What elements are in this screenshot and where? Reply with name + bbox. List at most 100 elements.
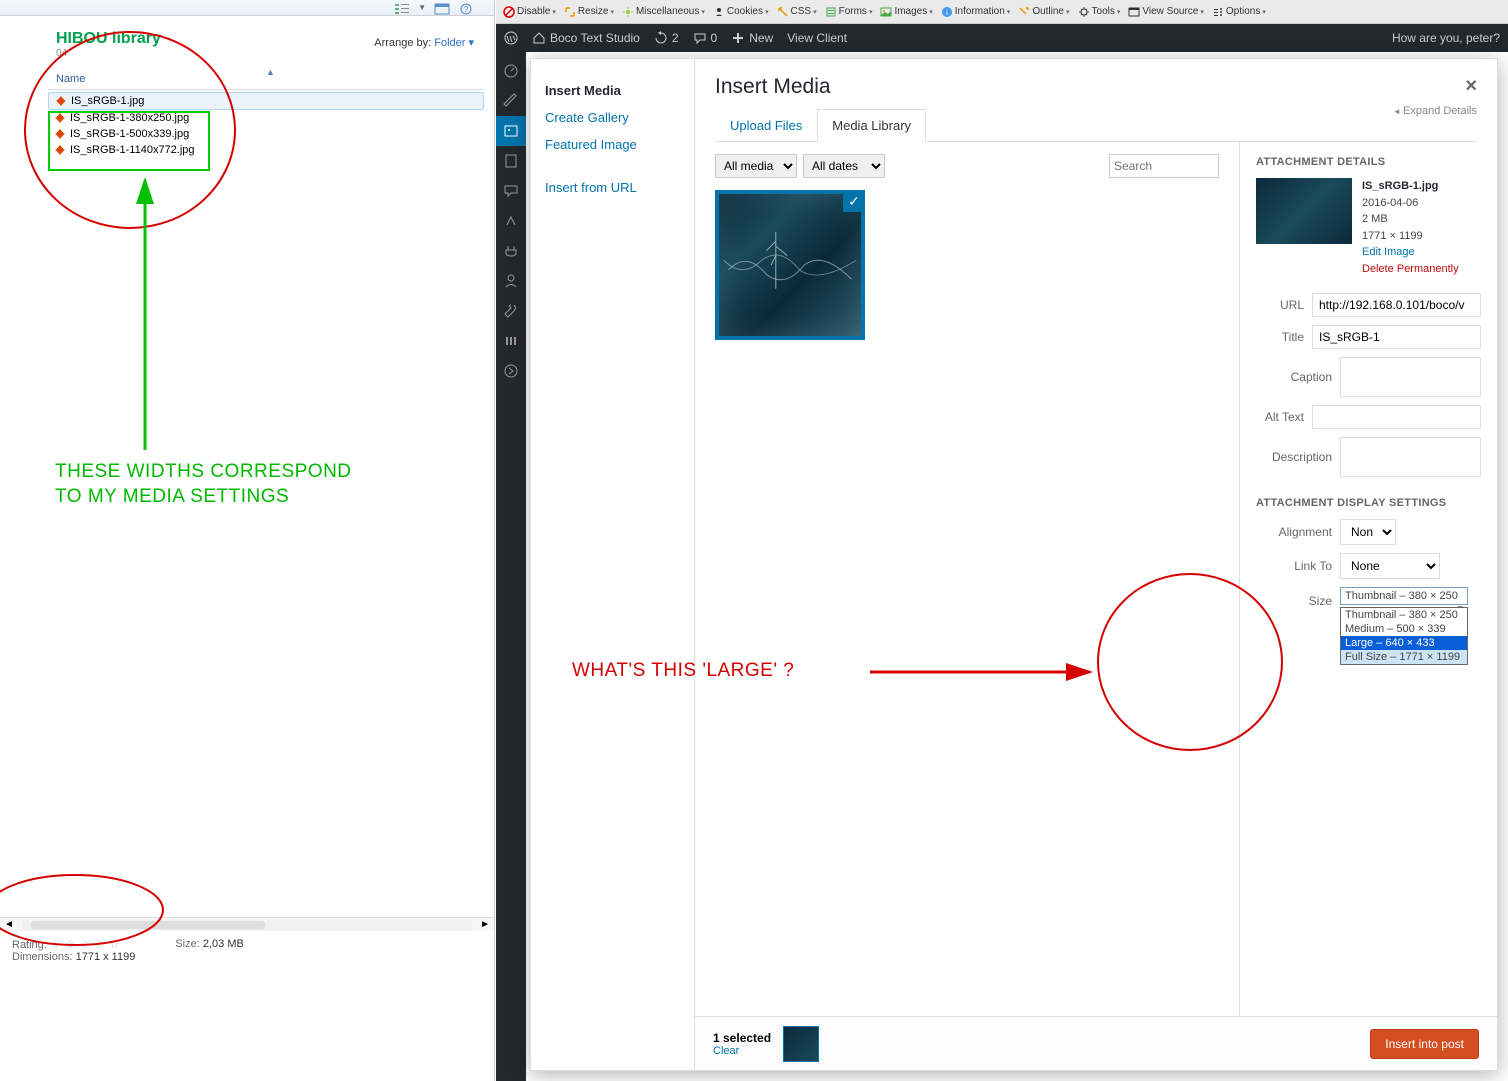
sb-plugins-icon[interactable]	[496, 236, 526, 266]
preview-icon[interactable]	[434, 2, 450, 14]
sb-settings-icon[interactable]	[496, 326, 526, 356]
devtool-misc[interactable]: Miscellaneous▾	[619, 6, 708, 18]
site-link[interactable]: Boco Text Studio	[532, 31, 640, 45]
linkto-select[interactable]: None	[1340, 553, 1440, 579]
wp-logo[interactable]	[504, 31, 518, 45]
browser-panel: Disable▾ Resize▾ Miscellaneous▾ Cookies▾…	[496, 0, 1508, 1081]
modal-nav-insert-media[interactable]: Insert Media	[545, 77, 680, 104]
attachment-details: ATTACHMENT DETAILS IS_sRGB-1.jpg 2016-04…	[1239, 142, 1497, 1016]
title-input[interactable]	[1312, 325, 1481, 349]
annotation-green-text: THESE WIDTHS CORRESPONDTO MY MEDIA SETTI…	[55, 460, 352, 509]
insert-media-modal: Insert Media Create Gallery Featured Ima…	[530, 58, 1498, 1071]
devtool-disable[interactable]: Disable▾	[500, 6, 559, 18]
svg-text:i: i	[946, 8, 948, 17]
webdev-toolbar: Disable▾ Resize▾ Miscellaneous▾ Cookies▾…	[496, 0, 1508, 24]
sb-users-icon[interactable]	[496, 266, 526, 296]
sb-media-icon[interactable]	[496, 116, 526, 146]
annotation-red-text: WHAT'S THIS 'LARGE' ?	[572, 660, 794, 682]
devtool-options[interactable]: Options▾	[1209, 6, 1269, 18]
modal-footer: 1 selected Clear Insert into post	[695, 1016, 1497, 1070]
media-thumbnail[interactable]: ✓	[715, 190, 865, 340]
file-row[interactable]: IS_sRGB-1.jpg	[48, 92, 484, 110]
details-heading: ATTACHMENT DETAILS	[1256, 156, 1481, 168]
sb-tools-icon[interactable]	[496, 296, 526, 326]
sort-icon: ▲	[266, 67, 275, 77]
modal-nav-insert-url[interactable]: Insert from URL	[545, 174, 680, 201]
size-option-large[interactable]: Large – 640 × 433	[1341, 636, 1467, 650]
dimensions-value: 1771 x 1199	[76, 951, 136, 963]
alt-input[interactable]	[1312, 405, 1481, 429]
sb-pages-icon[interactable]	[496, 146, 526, 176]
devtool-viewsource[interactable]: View Source▾	[1125, 6, 1206, 18]
selected-count: 1 selected	[713, 1031, 771, 1045]
devtool-images[interactable]: Images▾	[877, 6, 935, 18]
wp-admin-bar: Boco Text Studio 2 0 New View Client How…	[496, 24, 1508, 52]
devtool-forms[interactable]: Forms▾	[822, 6, 876, 18]
new-link[interactable]: New	[731, 31, 773, 45]
file-info-bar: Rating: ☆ ☆ ☆ ☆ ☆ Dimensions: 1771 x 119…	[0, 930, 494, 971]
updates-link[interactable]: 2	[654, 31, 679, 45]
size-dropdown-options: Thumbnail – 380 × 250 Medium – 500 × 339…	[1340, 607, 1468, 665]
devtool-tools[interactable]: Tools▾	[1075, 6, 1124, 18]
caption-input[interactable]	[1340, 357, 1481, 397]
modal-nav-create-gallery[interactable]: Create Gallery	[545, 104, 680, 131]
devtool-resize[interactable]: Resize▾	[561, 6, 617, 18]
edit-image-link[interactable]: Edit Image	[1362, 244, 1459, 261]
attachment-filesize: 2 MB	[1362, 211, 1459, 228]
attachment-thumbnail	[1256, 178, 1352, 244]
attachment-dimensions: 1771 × 1199	[1362, 228, 1459, 245]
expand-details-link[interactable]: Expand Details	[1393, 105, 1477, 117]
url-input[interactable]	[1312, 293, 1481, 317]
dropdown-arrow-icon[interactable]: ▼	[418, 3, 426, 12]
svg-text:?: ?	[464, 5, 469, 14]
explorer-panel: ▼ ? HIBOU library 04 Arrange by: Folder …	[0, 0, 495, 1081]
size-value: 2,03 MB	[203, 938, 244, 950]
devtool-cookies[interactable]: Cookies▾	[710, 6, 772, 18]
image-file-icon	[55, 95, 67, 107]
devtool-info[interactable]: iInformation▾	[938, 6, 1014, 18]
horizontal-scrollbar[interactable]: ◄ ►	[0, 917, 494, 931]
arrange-by[interactable]: Arrange by: Folder ▾	[374, 36, 474, 49]
wp-sidebar-collapsed	[496, 52, 526, 1081]
search-input[interactable]	[1109, 154, 1219, 178]
sb-posts-icon[interactable]	[496, 86, 526, 116]
modal-title: Insert Media	[715, 75, 831, 99]
sb-appearance-icon[interactable]	[496, 206, 526, 236]
attachment-filename: IS_sRGB-1.jpg	[1362, 178, 1459, 195]
view-client-link[interactable]: View Client	[787, 31, 847, 45]
rating-stars[interactable]: ☆ ☆ ☆ ☆ ☆	[50, 939, 121, 951]
size-option-medium[interactable]: Medium – 500 × 339	[1341, 622, 1467, 636]
clear-link[interactable]: Clear	[713, 1045, 771, 1057]
sb-collapse-icon[interactable]	[496, 356, 526, 386]
footer-thumbnail[interactable]	[783, 1026, 819, 1062]
comments-link[interactable]: 0	[693, 31, 718, 45]
column-header-name[interactable]: Name ▲	[48, 69, 484, 90]
filter-date-select[interactable]: All dates	[803, 154, 885, 178]
display-settings-heading: ATTACHMENT DISPLAY SETTINGS	[1256, 497, 1481, 509]
media-grid-zone: All media items All dates	[695, 142, 1239, 1016]
greeting[interactable]: How are you, peter?	[1392, 31, 1500, 45]
attachment-date: 2016-04-06	[1362, 195, 1459, 212]
tab-media-library[interactable]: Media Library	[817, 109, 926, 142]
sb-comments-icon[interactable]	[496, 176, 526, 206]
delete-link[interactable]: Delete Permanently	[1362, 261, 1459, 278]
arrange-value[interactable]: Folder ▾	[434, 37, 474, 49]
size-select[interactable]: Thumbnail – 380 × 250 ▾	[1340, 587, 1468, 605]
filter-type-select[interactable]: All media items	[715, 154, 797, 178]
alignment-select[interactable]: None	[1340, 519, 1396, 545]
size-option-full[interactable]: Full Size – 1771 × 1199	[1341, 650, 1467, 664]
close-button[interactable]: ×	[1465, 75, 1477, 98]
check-icon: ✓	[843, 190, 865, 212]
sb-dashboard-icon[interactable]	[496, 56, 526, 86]
modal-nav-featured-image[interactable]: Featured Image	[545, 131, 680, 158]
insert-button[interactable]: Insert into post	[1370, 1029, 1479, 1059]
explorer-toolbar: ▼ ?	[0, 0, 494, 16]
tab-upload-files[interactable]: Upload Files	[715, 109, 817, 142]
devtool-css[interactable]: CSS▾	[774, 6, 820, 18]
size-option-thumbnail[interactable]: Thumbnail – 380 × 250	[1341, 608, 1467, 622]
view-icon[interactable]	[394, 2, 410, 14]
green-annotation-box	[48, 111, 210, 171]
description-input[interactable]	[1340, 437, 1481, 477]
help-icon[interactable]: ?	[458, 2, 474, 14]
devtool-outline[interactable]: Outline▾	[1015, 6, 1072, 18]
